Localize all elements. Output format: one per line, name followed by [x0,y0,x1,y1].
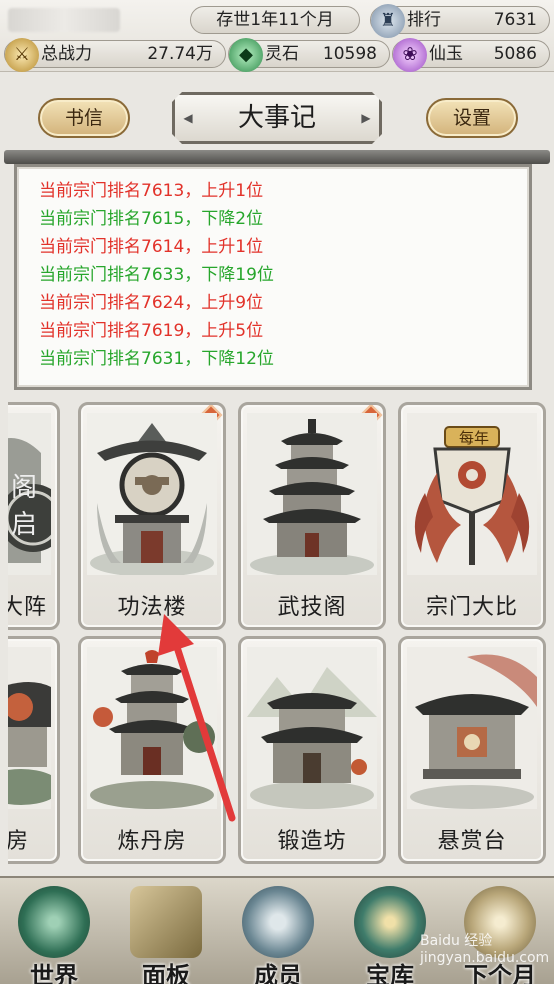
building-card-sect-tournament[interactable]: 每年 宗门大比 [398,402,546,630]
chevron-left-icon: ◀ [183,111,193,125]
building-name: 武技阁 [277,595,347,620]
immortal-jade-value: 5086 [493,44,537,64]
power-icon: ⚔ [5,38,39,72]
nav-label: 成员 [254,961,302,984]
power-label: 总战力 [41,44,92,64]
letter-button[interactable]: 书信 [38,98,130,138]
annotation-arrow-icon [158,614,236,822]
building-grid[interactable]: 阁启 大阵 功法楼 [8,396,554,866]
top-status-bar: 存世1年11个月 ♜ 排行 7631 ⚔ 总战力 27.74万 ◆ 灵石 105… [0,0,554,72]
chronicle-title: ◀ 大事记 ▶ [172,92,382,144]
total-power-display: ⚔ 总战力 27.74万 [4,38,226,72]
log-line: 当前宗门排名7614，上升1位 [39,237,264,257]
nav-label: 面板 [142,961,190,984]
immortal-jade-display: ❀ 仙玉 5086 [392,38,550,72]
log-line: 当前宗门排名7633，下降19位 [39,265,274,285]
chevron-right-icon: ▶ [361,111,371,125]
building-card-bounty-stage[interactable]: 悬赏台 [398,636,546,864]
rank-display[interactable]: ♜ 排行 7631 [370,4,550,38]
rank-label: 排行 [407,10,441,30]
building-name: 宗门大比 [425,595,518,620]
game-time-text: 存世1年11个月 [216,10,334,30]
spirit-stone-icon: ◆ [229,38,263,72]
member-icon [242,886,314,958]
building-name: 大阵 [8,595,47,620]
bottom-navigation: 世界 面板 成员 宝库 下个月 Baidu 经验 jingyan.baidu.c… [0,876,554,984]
technique-tower-art [87,413,217,575]
rank-value: 7631 [493,10,537,30]
building-card-partial[interactable]: 房 [8,636,60,864]
bounty-stage-art [407,647,537,809]
settings-button[interactable]: 设置 [426,98,518,138]
game-time-display: 存世1年11个月 [190,6,360,34]
spirit-stone-value: 10598 [322,44,377,64]
building-card-formation[interactable]: 阁启 大阵 [8,402,60,630]
forge-art [247,647,377,809]
chronicle-title-text: 大事记 [237,103,316,133]
building-card-martial-pavilion[interactable]: 武技阁 [238,402,386,630]
building-name: 房 [8,829,29,854]
building-card-forge[interactable]: 锻造坊 [238,636,386,864]
panel-icon [130,886,202,958]
annual-banner-text: 每年 [458,429,489,447]
immortal-jade-label: 仙玉 [429,44,463,64]
log-line: 当前宗门排名7624，上升9位 [39,293,264,313]
building-card-technique-tower[interactable]: 功法楼 [78,402,226,630]
world-icon [18,886,90,958]
watermark: Baidu 经验 jingyan.baidu.com [420,933,550,966]
immortal-jade-icon: ❀ [393,38,427,72]
treasury-icon [354,886,426,958]
partial-building-art [8,647,51,809]
nav-members[interactable]: 成员 [228,886,328,984]
event-log-panel[interactable]: 当前宗门排名7613，上升1位 当前宗门排名7615，下降2位 当前宗门排名76… [14,164,532,390]
log-line: 当前宗门排名7615，下降2位 [39,209,264,229]
nav-world[interactable]: 世界 [4,886,104,984]
power-value: 27.74万 [147,44,213,64]
spirit-stone-label: 灵石 [265,44,299,64]
martial-pavilion-art [247,413,377,575]
log-line: 当前宗门排名7613，上升1位 [39,181,264,201]
scroll-rod [4,150,550,164]
nav-panel[interactable]: 面板 [116,886,216,984]
rank-icon: ♜ [371,4,405,38]
nav-label: 世界 [30,961,78,984]
spirit-stone-display: ◆ 灵石 10598 [228,38,390,72]
log-line: 当前宗门排名7631，下降12位 [39,349,274,369]
formation-art-text: 阁启 [11,473,38,540]
building-name: 悬赏台 [437,829,507,854]
blurred-player-name [8,8,120,32]
building-name: 锻造坊 [277,829,347,854]
log-line: 当前宗门排名7619，上升5位 [39,321,264,341]
